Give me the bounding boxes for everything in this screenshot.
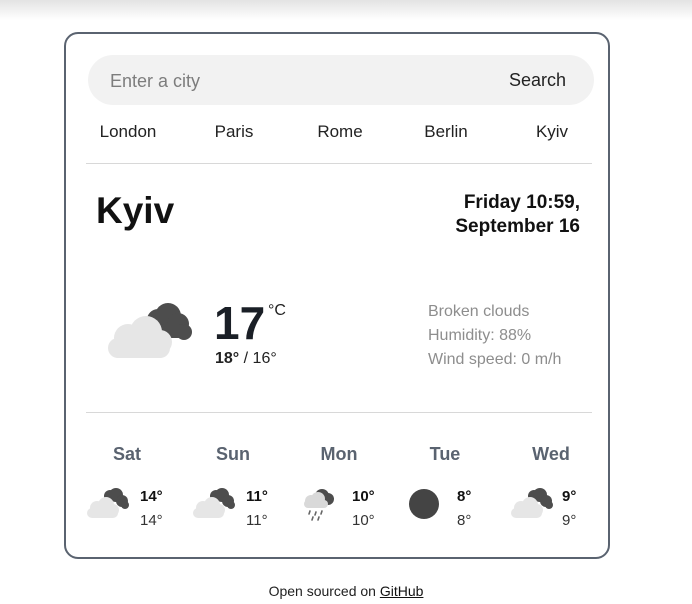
slash-separator: / (243, 350, 253, 367)
forecast-max: 9° (562, 488, 577, 505)
forecast-day: Wed (532, 444, 570, 464)
forecast-day: Sun (216, 444, 250, 464)
forecast-min: 10° (352, 512, 375, 529)
forecast-min: 14° (140, 512, 163, 529)
divider (86, 163, 592, 164)
broken-clouds-icon (84, 486, 130, 525)
broken-clouds-icon (102, 298, 194, 367)
browser-top-shadow (0, 0, 692, 20)
forecast-min: 8° (457, 512, 472, 529)
github-link[interactable]: GitHub (380, 583, 424, 599)
high-low-temperature: 18° / 16° (215, 350, 277, 368)
current-temperature: 17 (214, 297, 266, 349)
city-quick-links: London Paris Rome Berlin Kyiv (88, 122, 594, 148)
divider (86, 412, 592, 413)
footer-text: Open sourced on (268, 583, 376, 599)
search-bar: Search (88, 55, 594, 107)
city-link-london[interactable]: London (100, 122, 157, 142)
forecast-max: 10° (352, 488, 375, 505)
wind-speed: Wind speed: 0 m/h (428, 351, 562, 368)
current-city-name: Kyiv (96, 190, 175, 231)
high-temperature: 18° (215, 350, 240, 367)
forecast-temps: 14° 14° (140, 485, 163, 533)
humidity: Humidity: 88% (428, 327, 532, 344)
weather-description: Broken clouds (428, 303, 530, 320)
city-link-kyiv[interactable]: Kyiv (536, 122, 568, 142)
forecast-min: 9° (562, 512, 577, 529)
city-search-input[interactable] (108, 55, 492, 107)
low-temperature: 16° (252, 350, 277, 367)
date-line-2: September 16 (455, 216, 580, 237)
date-line-1: Friday 10:59, (463, 192, 580, 213)
weather-card: Search London Paris Rome Berlin Kyiv Kyi… (64, 32, 610, 559)
city-link-berlin[interactable]: Berlin (424, 122, 467, 142)
broken-clouds-icon (190, 486, 236, 525)
forecast-temps: 9° 9° (562, 485, 576, 533)
forecast-day: Mon (320, 444, 358, 464)
clear-sky-icon (408, 488, 440, 525)
footer: Open sourced on GitHub (0, 583, 692, 599)
city-link-paris[interactable]: Paris (215, 122, 254, 142)
current-datetime: Friday 10:59, September 16 (360, 191, 580, 239)
search-button[interactable]: Search (509, 70, 566, 91)
temperature-unit: °C (268, 302, 286, 319)
forecast-temps: 11° 11° (246, 485, 268, 533)
forecast-max: 11° (246, 488, 268, 505)
forecast-day: Sat (112, 444, 141, 464)
weather-details: Broken clouds Humidity: 88% Wind speed: … (428, 300, 561, 372)
broken-clouds-icon (508, 486, 554, 525)
rain-icon (300, 486, 340, 527)
forecast-temps: 10° 10° (352, 485, 375, 533)
forecast-max: 8° (457, 488, 472, 505)
forecast-temps: 8° 8° (457, 485, 471, 533)
forecast-day: Tue (429, 444, 461, 464)
forecast-max: 14° (140, 488, 163, 505)
forecast-min: 11° (246, 512, 268, 529)
city-link-rome[interactable]: Rome (317, 122, 362, 142)
